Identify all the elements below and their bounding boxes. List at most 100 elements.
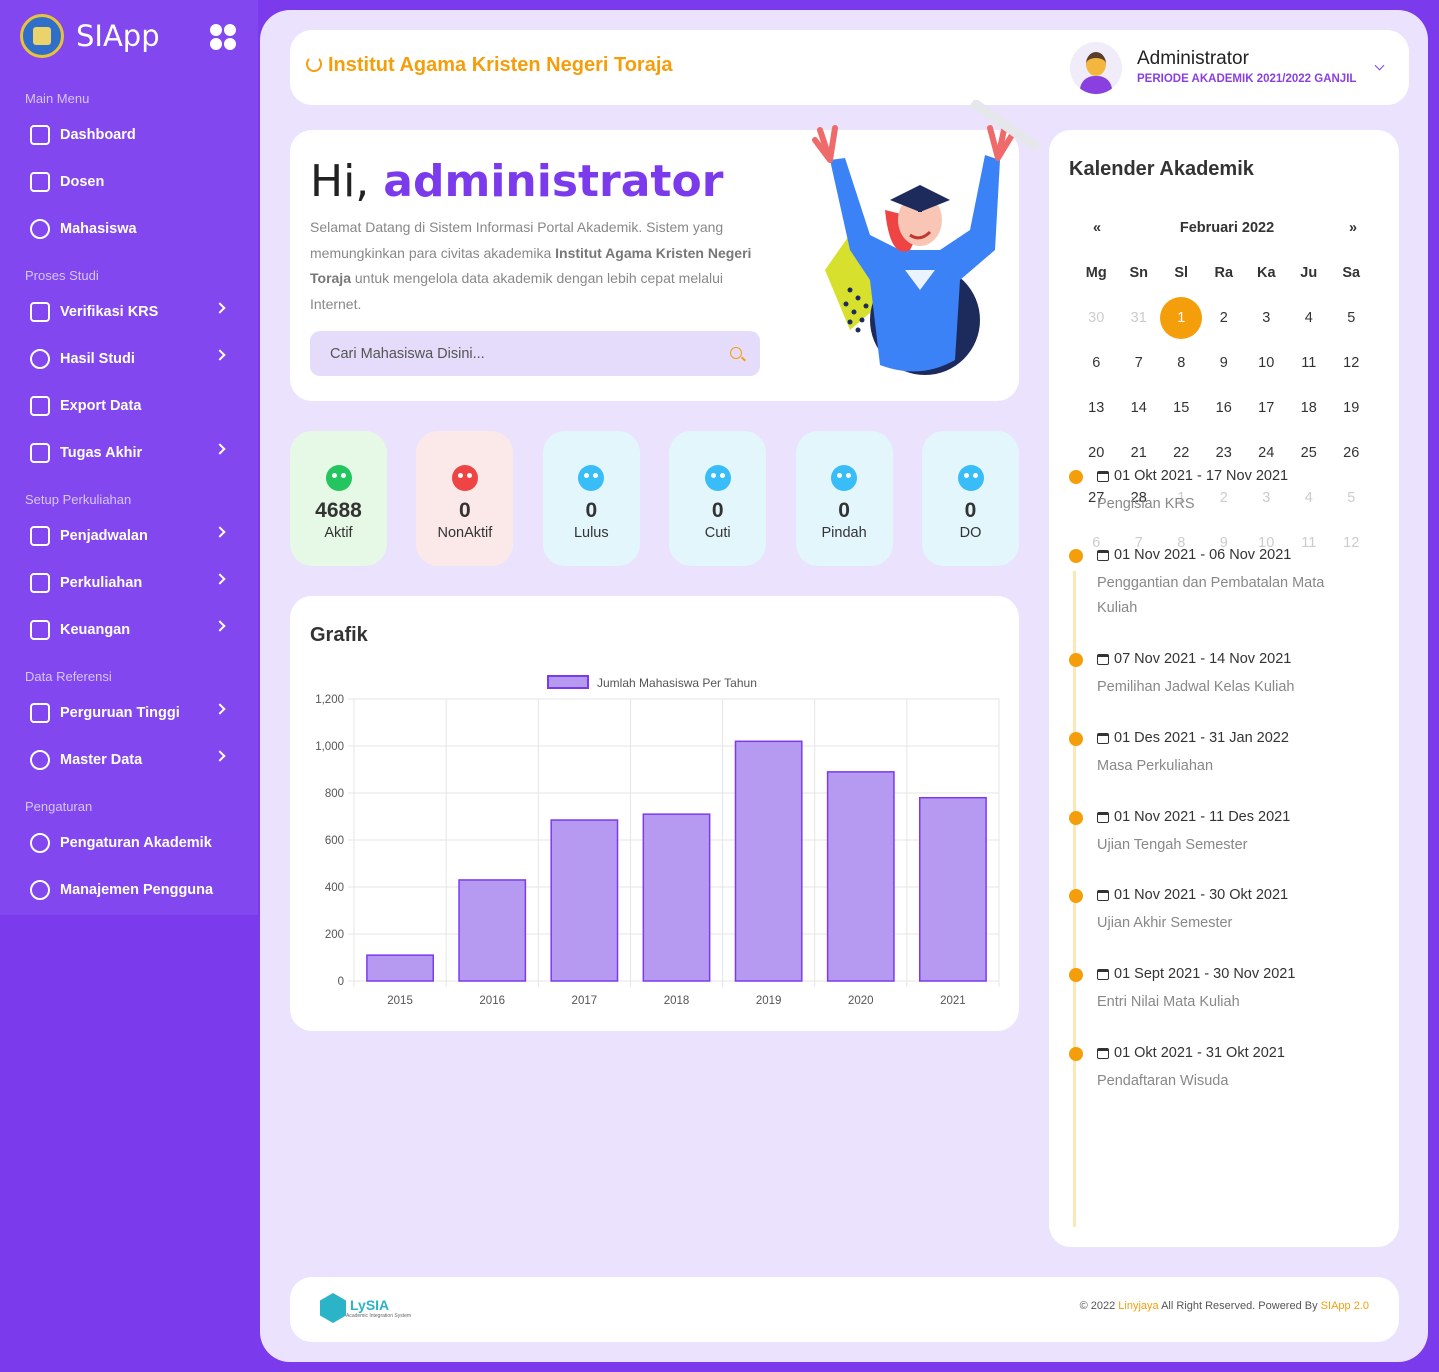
sidebar-item-label: Keuangan xyxy=(60,622,131,638)
calendar-day[interactable]: 2 xyxy=(1203,295,1246,340)
timeline-dot xyxy=(1069,1047,1083,1061)
calendar-day[interactable]: 26 xyxy=(1330,430,1373,475)
student-face-icon xyxy=(831,465,858,491)
x-tick-label: 2017 xyxy=(572,995,598,1007)
sidebar-item-label: Master Data xyxy=(60,752,143,768)
brand[interactable]: SIApp xyxy=(20,14,160,58)
y-tick-label: 400 xyxy=(325,882,344,894)
chart-bar xyxy=(826,771,895,982)
calendar-day[interactable]: 19 xyxy=(1330,385,1373,430)
sidebar-item-label: Tugas Akhir xyxy=(60,445,143,461)
calendar-day[interactable]: 6 xyxy=(1075,340,1118,385)
calendar-today[interactable]: 1 xyxy=(1160,295,1203,340)
calendar-day[interactable]: 25 xyxy=(1288,430,1331,475)
calendar-day[interactable]: 15 xyxy=(1160,385,1203,430)
sidebar-item-dashboard[interactable]: Dashboard xyxy=(30,120,230,150)
student-search-input[interactable] xyxy=(310,331,760,376)
chevron-right-icon xyxy=(214,750,226,762)
search-icon[interactable] xyxy=(730,347,742,359)
calendar-day[interactable]: 18 xyxy=(1288,385,1331,430)
sidebar-item-hasil-studi[interactable]: Hasil Studi xyxy=(30,344,230,374)
sidebar-item-penjadwalan[interactable]: Penjadwalan xyxy=(30,521,230,551)
event-date-row: 01 Nov 2021 - 11 Des 2021 xyxy=(1097,809,1290,825)
sidebar-item-label: Hasil Studi xyxy=(60,351,135,367)
calendar-day[interactable]: 11 xyxy=(1288,520,1331,565)
avatar[interactable] xyxy=(1070,42,1122,94)
user-name[interactable]: Administrator xyxy=(1137,48,1249,70)
sidebar-item-keuangan[interactable]: Keuangan xyxy=(30,615,230,645)
greeting-prefix: Hi, xyxy=(310,156,384,207)
calendar-icon xyxy=(1097,1047,1109,1059)
sidebar-item-dosen[interactable]: Dosen xyxy=(30,167,230,197)
calendar-day[interactable]: 8 xyxy=(1160,340,1203,385)
sidebar-item-master-data[interactable]: Master Data xyxy=(30,745,230,775)
calendar-day[interactable]: 12 xyxy=(1330,520,1373,565)
stat-label: Aktif xyxy=(324,525,353,541)
stat-card-pindah[interactable]: 0 Pindah xyxy=(795,431,893,566)
apps-grid-icon[interactable] xyxy=(210,24,236,50)
stat-card-nonaktif[interactable]: 0 NonAktif xyxy=(416,431,514,566)
x-tick-label: 2019 xyxy=(756,995,782,1007)
sidebar-section-label: Proses Studi xyxy=(25,268,99,283)
sidebar-section-label: Main Menu xyxy=(25,91,90,106)
calendar-day-of-week: Mg xyxy=(1085,264,1107,281)
stat-value: 0 xyxy=(711,499,724,522)
calendar-day-of-week: Ka xyxy=(1256,264,1276,281)
calendar-today-label: 1 xyxy=(1160,296,1203,339)
sidebar-item-mahasiswa[interactable]: Mahasiswa xyxy=(30,214,230,244)
calendar-grid: Mg Sn Sl Ra Ka Ju Sa 30 31 1 2 3 4 5 6 7 8 9 10 11 12 13 14 15 1… xyxy=(1075,250,1373,565)
calendar-day[interactable]: 11 xyxy=(1288,340,1331,385)
sidebar-section-label: Data Referensi xyxy=(25,669,112,684)
y-tick-label: 1,200 xyxy=(315,694,344,706)
stat-card-do[interactable]: 0 DO xyxy=(922,431,1019,566)
calendar-day[interactable]: 10 xyxy=(1245,340,1288,385)
calendar-day[interactable]: 7 xyxy=(1118,340,1161,385)
chevron-right-icon xyxy=(214,526,226,538)
calendar-day[interactable]: 14 xyxy=(1118,385,1161,430)
main-panel: Institut Agama Kristen Negeri Toraja Adm… xyxy=(260,10,1428,1362)
sidebar-item-export-data[interactable]: Export Data xyxy=(30,391,230,421)
sidebar-item-tugas-akhir[interactable]: Tugas Akhir xyxy=(30,438,230,468)
bar-chart: 0 200 400 600 800 1,000 1,200 2015 2016 2017 2018 2… xyxy=(315,675,1000,1007)
calendar-day[interactable]: 31 xyxy=(1118,295,1161,340)
calendar-day[interactable]: 12 xyxy=(1330,340,1373,385)
company-link[interactable]: Linyjaya xyxy=(1118,1300,1158,1312)
calendar-day[interactable]: 13 xyxy=(1075,385,1118,430)
lysia-logo-text: LySIA xyxy=(350,1297,390,1313)
sidebar-section-label: Pengaturan xyxy=(25,799,93,814)
calendar-day[interactable]: 30 xyxy=(1075,295,1118,340)
chart-bar xyxy=(458,879,527,982)
stat-value: 0 xyxy=(585,499,598,522)
sidebar-item-pengaturan-akademik[interactable]: Pengaturan Akademik xyxy=(30,828,230,858)
stat-card-aktif[interactable]: 4688 Aktif xyxy=(290,431,387,566)
sidebar-item-verifikasi-krs[interactable]: Verifikasi KRS xyxy=(30,297,230,327)
calendar-day[interactable]: 17 xyxy=(1245,385,1288,430)
sidebar-item-perguruan-tinggi[interactable]: Perguruan Tinggi xyxy=(30,698,230,728)
sidebar-item-perkuliahan[interactable]: Perkuliahan xyxy=(30,568,230,598)
calendar-day[interactable]: 5 xyxy=(1330,295,1373,340)
event-date-row: 01 Des 2021 - 31 Jan 2022 xyxy=(1097,730,1289,746)
next-month-button[interactable]: » xyxy=(1349,220,1357,236)
timeline-dot xyxy=(1069,549,1083,563)
calendar-day[interactable]: 9 xyxy=(1203,340,1246,385)
lysia-logo-subtitle: Academic Integration System xyxy=(346,1313,412,1319)
event-date-row: 01 Okt 2021 - 17 Nov 2021 xyxy=(1097,468,1288,484)
footer: LySIA Academic Integration System © 2022… xyxy=(290,1277,1399,1342)
event-description: Entri Nilai Mata Kuliah xyxy=(1097,994,1240,1010)
sidebar-item-label: Perkuliahan xyxy=(60,575,143,591)
stat-card-lulus[interactable]: 0 Lulus xyxy=(542,431,640,566)
chevron-down-icon[interactable] xyxy=(1374,60,1385,71)
product-link[interactable]: SIApp 2.0 xyxy=(1321,1300,1369,1312)
calendar-icon xyxy=(1097,889,1109,901)
calendar-day[interactable]: 3 xyxy=(1245,295,1288,340)
users-icon xyxy=(30,219,50,239)
event-description: Ujian Tengah Semester xyxy=(1097,837,1248,853)
sidebar-item-manajemen-pengguna[interactable]: Manajemen Pengguna xyxy=(30,875,230,905)
calendar-day[interactable]: 16 xyxy=(1203,385,1246,430)
stat-card-cuti[interactable]: 0 Cuti xyxy=(669,431,767,566)
timeline-dot xyxy=(1069,732,1083,746)
copyright-middle: All Right Reserved. Powered By xyxy=(1158,1300,1321,1312)
calendar-day[interactable]: 4 xyxy=(1288,295,1331,340)
back-icon[interactable] xyxy=(306,56,322,72)
sidebar-item-label: Penjadwalan xyxy=(60,528,148,544)
